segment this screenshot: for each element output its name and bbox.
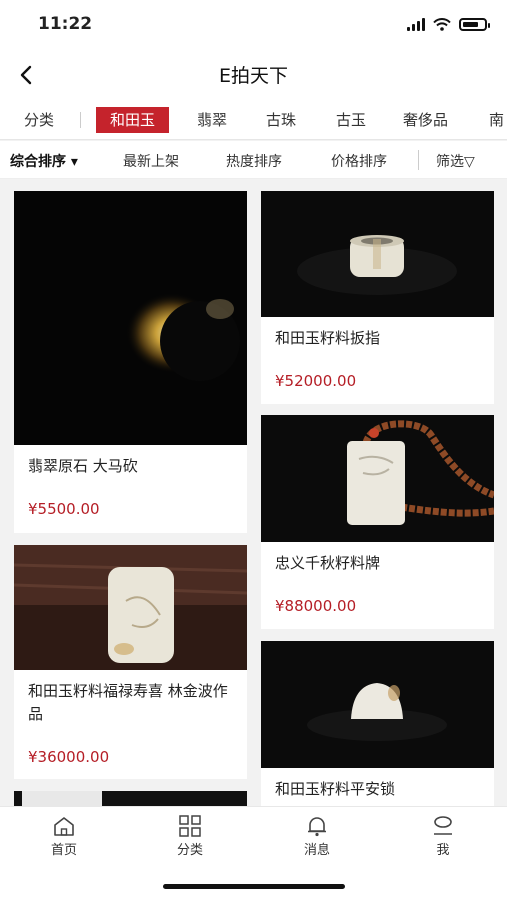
home-indicator xyxy=(163,884,345,889)
sort-newest[interactable]: 最新上架 xyxy=(123,151,179,171)
category-tab-luxury[interactable]: 奢侈品 xyxy=(403,107,448,133)
tab-home[interactable]: 首页 xyxy=(24,815,104,858)
grid-icon xyxy=(179,815,201,837)
product-card[interactable]: 忠义千秋籽料牌 ¥88000.00 xyxy=(261,415,494,629)
product-card[interactable]: 翡翠原石 大马砍 ¥5500.00 xyxy=(14,191,247,533)
sort-popularity[interactable]: 热度排序 xyxy=(226,151,282,171)
tab-me[interactable]: 我 xyxy=(403,815,483,858)
sort-bar: 综合排序 ▾ 最新上架 热度排序 价格排序 筛选▽ xyxy=(0,141,507,179)
nav-bar: E拍天下 xyxy=(0,50,507,100)
status-time: 11:22 xyxy=(38,14,93,34)
wifi-icon xyxy=(433,18,451,31)
product-price: ¥36000.00 xyxy=(28,748,110,766)
filter-button[interactable]: 筛选▽ xyxy=(436,151,475,171)
product-card[interactable]: 和田玉籽料平安锁 xyxy=(261,641,494,806)
product-title: 忠义千秋籽料牌 xyxy=(275,554,381,572)
product-price: ¥52000.00 xyxy=(275,372,357,390)
tab-messages-label: 消息 xyxy=(303,843,330,858)
product-image xyxy=(22,791,102,806)
product-image xyxy=(14,191,247,445)
product-title: 翡翠原石 大马砍 xyxy=(28,457,138,475)
product-image xyxy=(261,191,494,317)
product-image xyxy=(261,641,494,768)
product-card[interactable]: 和田玉籽料福禄寿喜 林金波作品 ¥36000.00 xyxy=(14,545,247,779)
product-title: 和田玉籽料扳指 xyxy=(275,329,381,347)
status-bar: 11:22 xyxy=(0,0,507,50)
category-tab-more[interactable]: 南 xyxy=(489,107,504,133)
product-card[interactable]: 和田玉籽料扳指 ¥52000.00 xyxy=(261,191,494,404)
category-tab-guyu[interactable]: 古玉 xyxy=(336,107,366,133)
product-price: ¥88000.00 xyxy=(275,597,357,615)
sort-price[interactable]: 价格排序 xyxy=(331,151,387,171)
category-tab-feicui[interactable]: 翡翠 xyxy=(197,107,227,133)
sort-comprehensive[interactable]: 综合排序 ▾ xyxy=(10,151,78,171)
product-title: 和田玉籽料福禄寿喜 林金波作品 xyxy=(28,682,228,723)
battery-icon xyxy=(459,18,490,31)
category-tab-hetianyu[interactable]: 和田玉 xyxy=(96,107,170,133)
tab-home-label: 首页 xyxy=(50,843,77,858)
tab-me-label: 我 xyxy=(436,843,450,858)
signal-icon xyxy=(407,18,425,31)
product-image xyxy=(14,545,247,670)
category-classify[interactable]: 分类 xyxy=(24,107,54,133)
tab-category-label: 分类 xyxy=(176,843,203,858)
page-title: E拍天下 xyxy=(218,65,288,87)
home-icon xyxy=(54,817,74,836)
tab-category[interactable]: 分类 xyxy=(150,815,230,858)
sort-divider xyxy=(418,150,419,170)
user-icon xyxy=(434,816,452,835)
product-image xyxy=(261,415,494,542)
category-tabs: 分类 和田玉 翡翠 古珠 古玉 奢侈品 南 xyxy=(0,100,507,140)
product-title: 和田玉籽料平安锁 xyxy=(275,780,396,798)
product-card[interactable] xyxy=(14,791,247,806)
bell-icon xyxy=(308,817,326,837)
product-price: ¥5500.00 xyxy=(28,500,100,518)
tab-messages[interactable]: 消息 xyxy=(277,815,357,858)
status-icons xyxy=(407,18,490,31)
category-tab-guzhu[interactable]: 古珠 xyxy=(266,107,296,133)
category-divider xyxy=(80,112,81,128)
